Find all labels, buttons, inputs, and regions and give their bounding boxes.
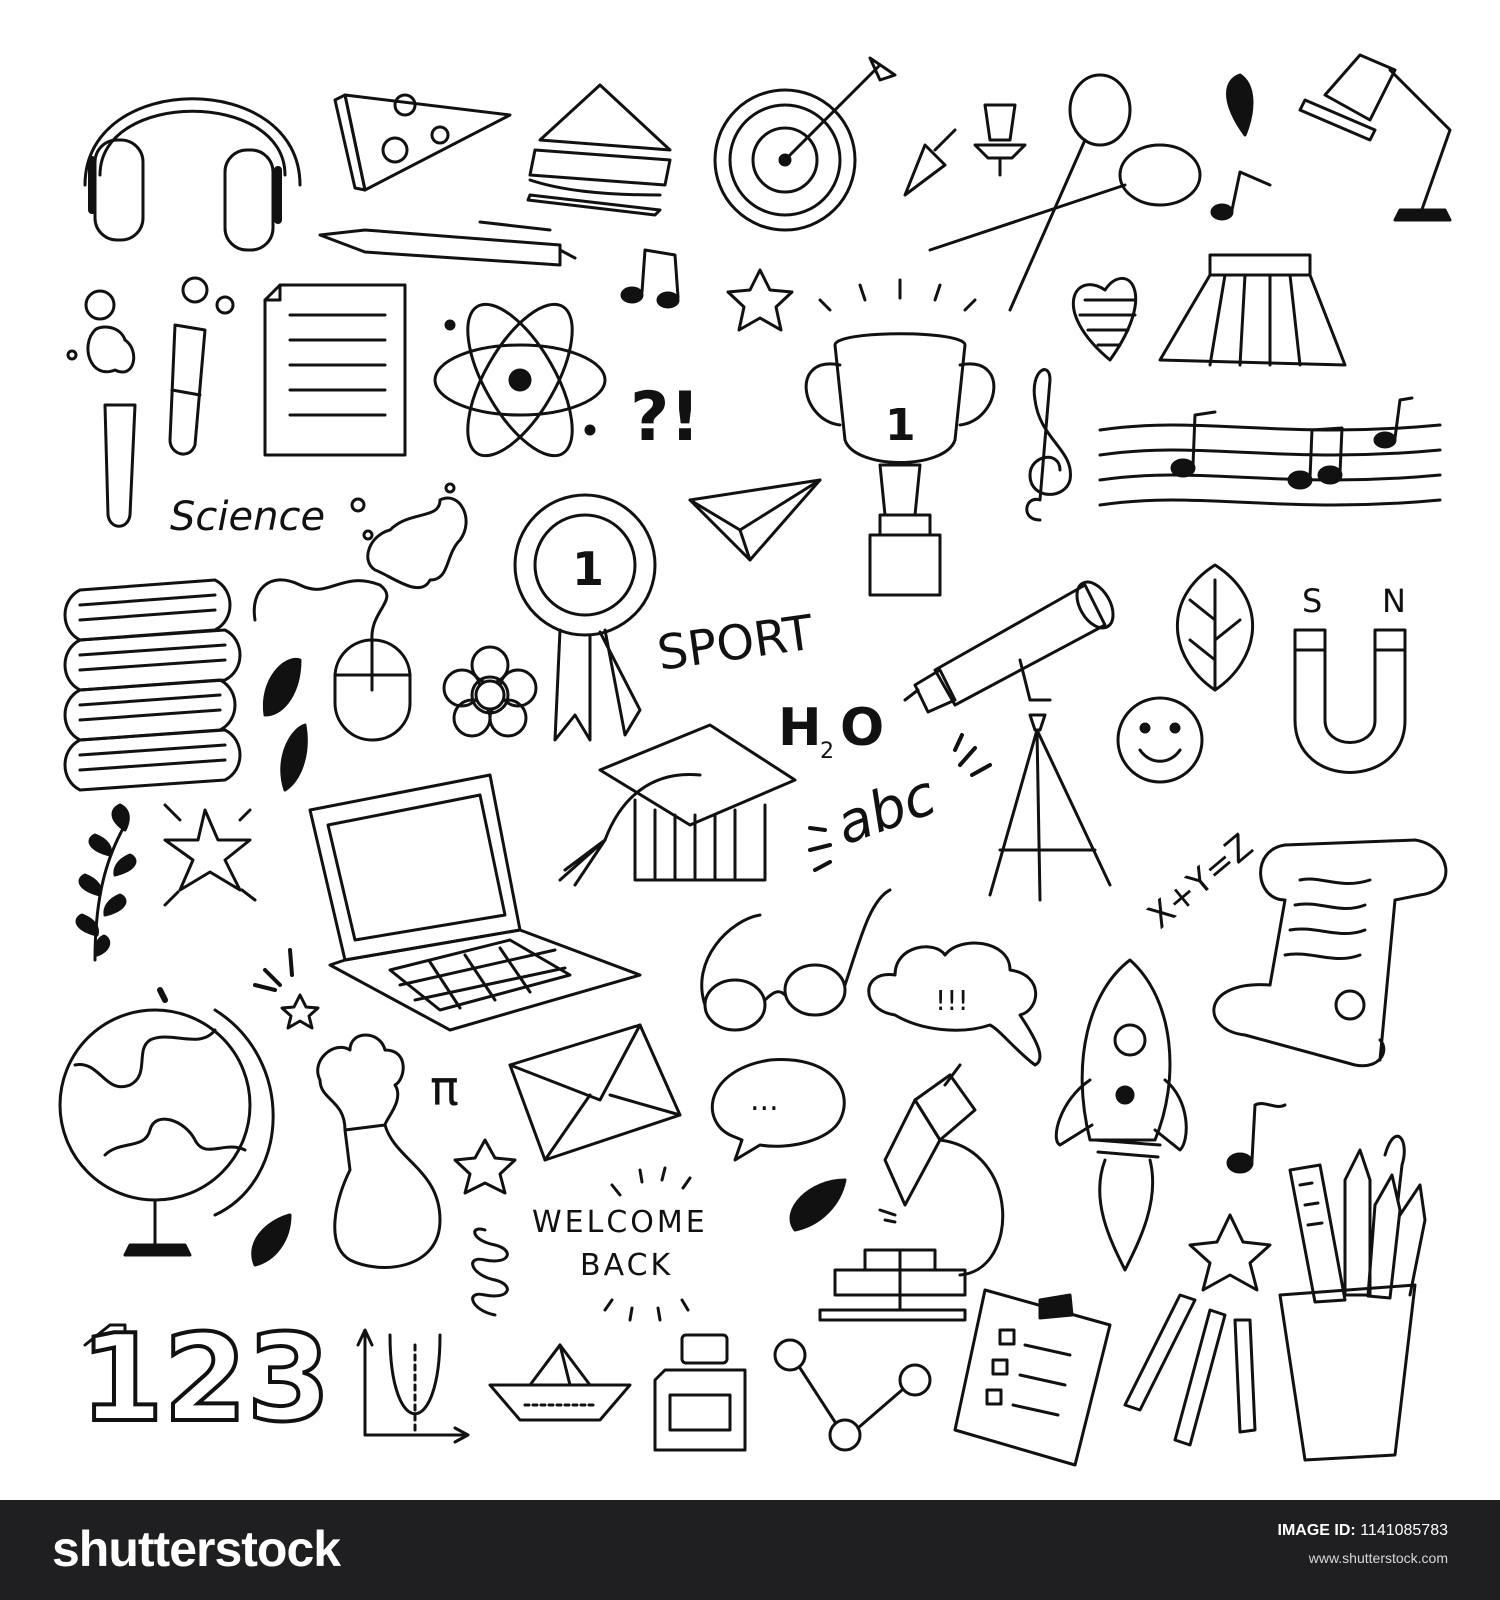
desk-lamp-icon — [1298, 53, 1452, 222]
image-id: IMAGE ID: 1141085783 — [1278, 1522, 1448, 1540]
music-note-icon — [1226, 1102, 1287, 1174]
smiley-icon — [1116, 696, 1204, 784]
paper-boat-icon — [488, 1343, 632, 1422]
pencil-cup-icon — [1278, 1134, 1427, 1462]
music-note-icon — [1210, 170, 1272, 221]
h2o-h: H — [778, 698, 822, 758]
site-url[interactable]: www.shutterstock.com — [1309, 1550, 1448, 1566]
music-notes-icon — [620, 248, 680, 309]
microscope-icon — [818, 1063, 1005, 1322]
test-tube-icon — [66, 276, 235, 528]
heart-icon — [1071, 277, 1138, 362]
star-icon — [726, 268, 794, 332]
graph-icon — [356, 1328, 470, 1444]
shutterstock-logo[interactable]: shutterstock — [52, 1520, 341, 1578]
leaf-icon — [262, 657, 308, 792]
footer-bar: shutterstock IMAGE ID: 1141085783 www.sh… — [0, 1500, 1500, 1600]
push-pin-icon — [903, 103, 1027, 197]
paint-splash-icon — [350, 482, 468, 589]
burst-star-icon — [163, 803, 257, 907]
equation-label: X+Y=Z — [1140, 826, 1261, 937]
ink-bottle-icon — [653, 1333, 747, 1452]
dartboard-icon — [713, 56, 897, 232]
medal-number: 1 — [572, 542, 604, 596]
doodle-canvas: Science ?! 1 1 SPORT H 2 O abc S N X+Y=Z… — [58, 53, 1452, 1467]
numbers-123-label: 123 — [80, 1310, 331, 1449]
question-exclaim-label: ?! — [630, 378, 700, 457]
branch-icon — [75, 803, 137, 962]
leaf-icon — [1226, 73, 1254, 137]
paper-plane-icon — [688, 478, 822, 562]
h2o-subscript: 2 — [820, 739, 834, 764]
image-id-value: 1141085783 — [1360, 1522, 1448, 1539]
envelope-icon — [508, 1023, 682, 1162]
cloud-exclaim: !!! — [935, 984, 969, 1017]
star-icon — [253, 948, 320, 1030]
headphones-icon — [83, 97, 302, 252]
sandwich-icon — [526, 83, 672, 217]
molecule-icon — [773, 1338, 932, 1452]
leaf-icon — [1176, 563, 1254, 692]
document-icon — [263, 283, 407, 457]
medal-icon — [513, 493, 657, 742]
scissors-icon — [928, 73, 1202, 312]
music-staff-icon — [1098, 396, 1442, 507]
treble-clef-icon — [1025, 368, 1072, 522]
glasses-icon — [700, 888, 892, 1032]
welcome-line1: WELCOME — [532, 1205, 708, 1240]
science-label: Science — [170, 494, 325, 540]
graduation-cap-icon — [558, 723, 797, 887]
atom-icon — [433, 302, 607, 458]
globe-icon — [58, 987, 275, 1257]
welcome-rays — [603, 1166, 692, 1322]
telescope-icon — [903, 580, 1115, 902]
pen-icon — [318, 220, 577, 267]
skirt-icon — [1158, 253, 1347, 367]
pizza-icon — [333, 93, 512, 192]
trophy-number: 1 — [885, 400, 916, 451]
magnet-n-label: N — [1382, 582, 1406, 620]
abc-label: abc — [828, 763, 945, 859]
smoking-vase-icon — [316, 1033, 442, 1269]
rocket-icon — [1054, 958, 1188, 1272]
image-id-label: IMAGE ID: — [1277, 1522, 1356, 1539]
books-stack-icon — [63, 578, 242, 792]
pi-symbol: π — [430, 1061, 459, 1117]
sport-label: SPORT — [654, 605, 817, 682]
laptop-icon — [308, 773, 642, 1032]
paper-strips-icon — [1123, 1293, 1257, 1447]
h2o-o: O — [840, 698, 884, 758]
magnet-icon — [1293, 628, 1407, 774]
welcome-line2: BACK — [580, 1248, 673, 1283]
scroll-icon — [1212, 838, 1448, 1068]
flower-icon — [442, 645, 538, 738]
clipboard-icon — [953, 1288, 1112, 1467]
spring-icon — [471, 1227, 509, 1317]
speech-dots: ... — [750, 1083, 779, 1118]
magnet-s-label: S — [1302, 582, 1322, 620]
computer-mouse-icon — [252, 578, 412, 742]
